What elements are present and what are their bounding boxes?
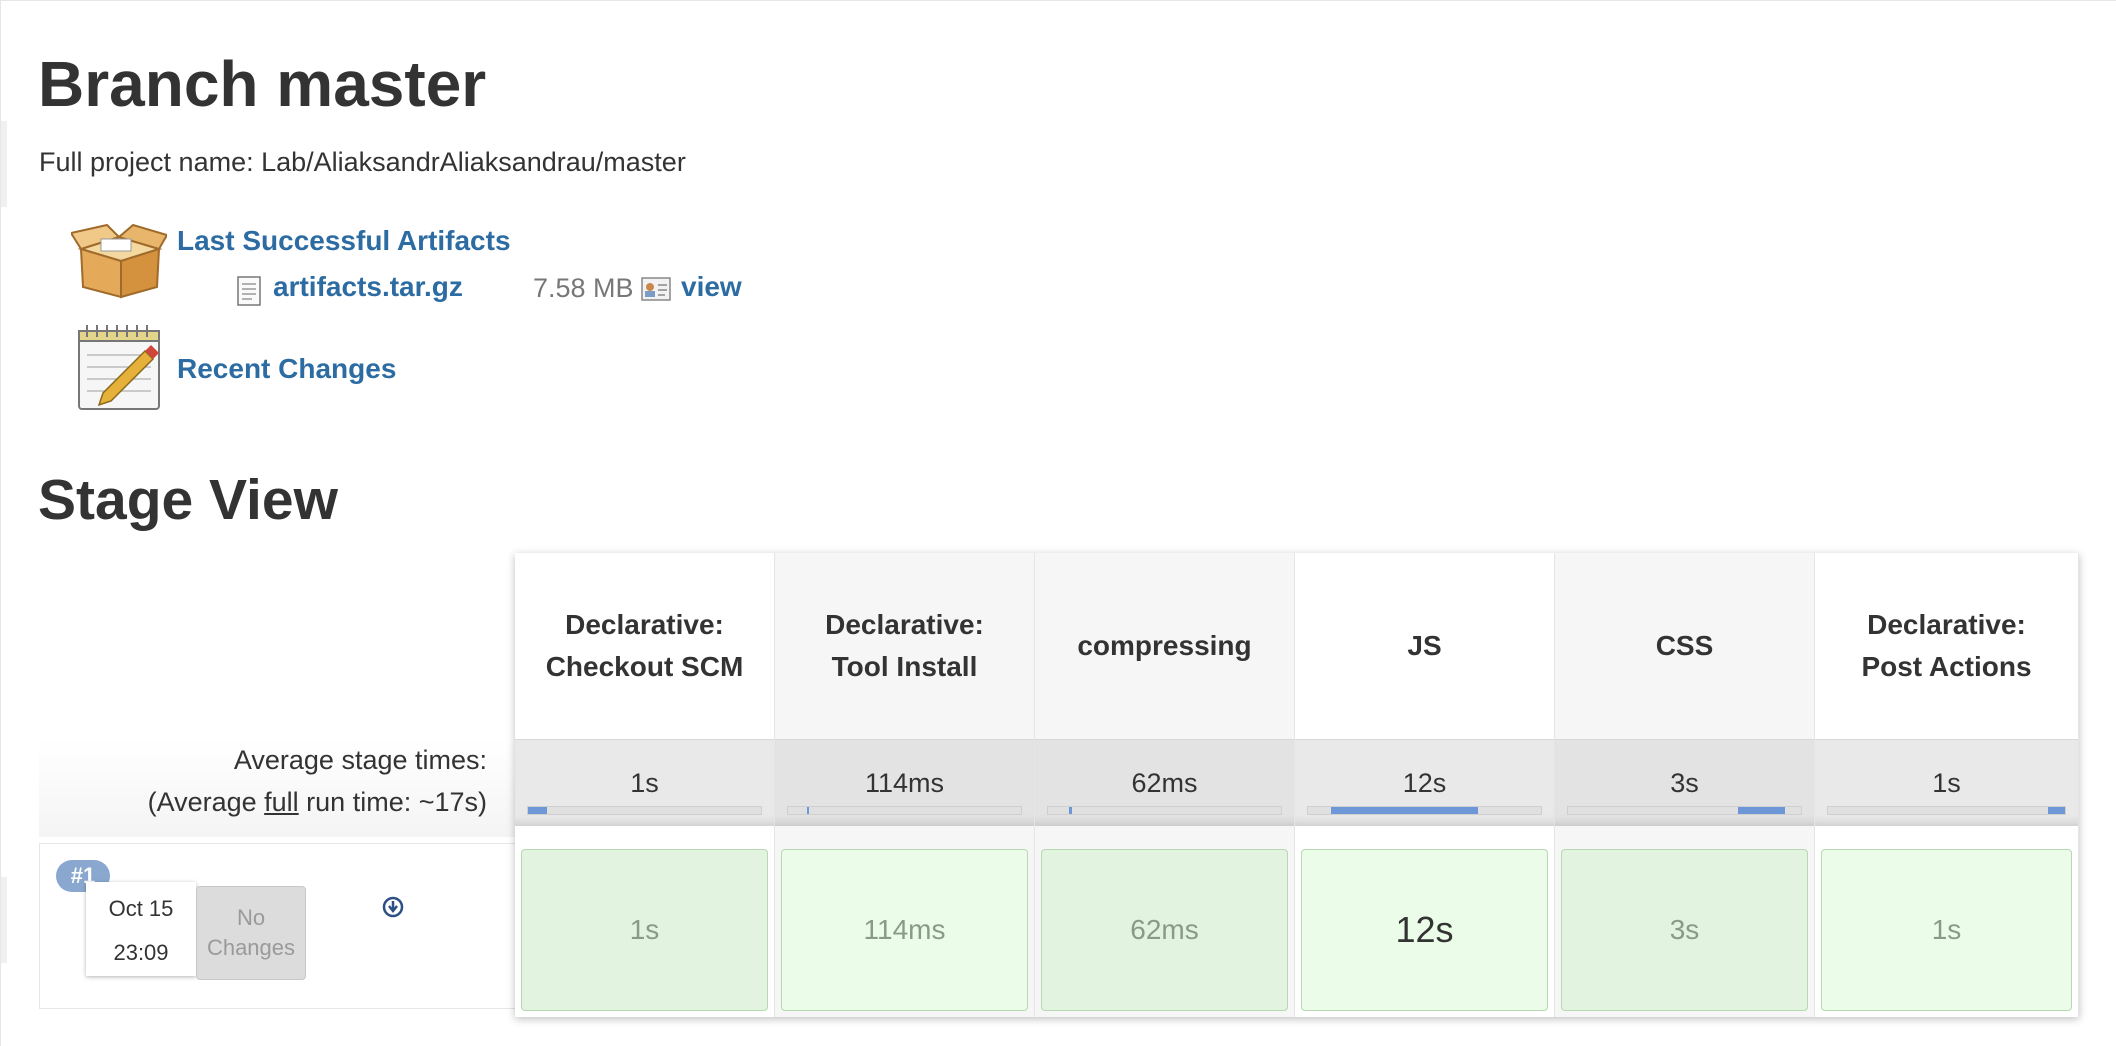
stage-run-cell[interactable]: 62ms [1041,849,1288,1011]
artifact-file-size: 7.58 MB [533,273,634,303]
stage-header: CSS [1655,630,1714,661]
stage-average: 12s [1295,739,1554,826]
stage-duration-bar [527,806,762,815]
stage-duration-bar [1567,806,1802,815]
avg-run-suffix: run time: ~17s) [298,787,487,817]
box-icon [71,223,167,299]
stage-header: Declarative: Tool Install [825,609,984,682]
build-run-row: #1 Oct 15 23:09 No Changes [39,843,515,1009]
build-date-time: 23:09 [113,940,169,965]
stage-run-cell[interactable]: 12s [1301,849,1548,1011]
artifact-view-link[interactable]: view [681,271,742,303]
stage-average-time: 12s [1402,768,1447,798]
avg-run-prefix: (Average [147,787,265,817]
stage-header: JS [1407,630,1442,661]
sidebar-edge [1,121,7,207]
full-project-name: Full project name: Lab/AliaksandrAliaksa… [39,147,686,177]
page-title: Branch master [38,48,487,120]
artifact-file-link[interactable]: artifacts.tar.gz [273,271,463,303]
build-date-day: Oct 15 [108,896,174,921]
stage-duration-bar [787,806,1022,815]
stage-duration-bar [1047,806,1282,815]
stage-duration-bar [1307,806,1542,815]
stage-header: Declarative: Checkout SCM [545,609,744,682]
stage-duration-bar-fill [1331,807,1479,814]
stage-duration-bar-fill [2048,807,2065,814]
no-changes-line1: No [236,905,266,930]
recent-changes-link[interactable]: Recent Changes [177,353,396,385]
stage-column: CSS 3s 3s [1555,553,1815,1017]
stage-average-time: 114ms [864,768,945,798]
build-date: Oct 15 23:09 [86,882,196,976]
fingerprint-icon [641,277,671,301]
avg-run-full-link[interactable]: full [264,787,299,817]
stage-run-cell[interactable]: 1s [521,849,768,1011]
notepad-icon [78,325,160,410]
stage-duration-bar-fill [806,807,810,814]
stage-average: 3s [1555,739,1814,826]
stage-duration-bar-fill [1068,807,1072,814]
stage-average-time: 62ms [1131,768,1198,798]
stage-duration-bar-fill [1738,807,1785,814]
stage-view-table: Declarative: Checkout SCM 1s 1s Declarative… [515,553,2079,1017]
download-icon[interactable] [382,896,404,918]
average-run-time-text: (Average full run time: ~17s) [39,781,487,823]
page: Branch master Full project name: Lab/Ali… [0,0,2116,1046]
stage-column: Declarative: Tool Install 114ms 114ms [775,553,1035,1017]
stage-average: 114ms [775,739,1034,826]
stage-average: 62ms [1035,739,1294,826]
stage-average: 1s [515,739,774,826]
stage-header: Declarative: Post Actions [1861,609,2032,682]
stage-average: 1s [1815,739,2078,826]
stage-column: Declarative: Post Actions 1s 1s [1815,553,2079,1017]
average-stage-times-label: Average stage times: (Average full run t… [39,739,515,837]
no-changes-box[interactable]: No Changes [196,886,306,980]
stage-column: compressing 62ms 62ms [1035,553,1295,1017]
stage-run-cell[interactable]: 1s [1821,849,2072,1011]
average-stage-times-text: Average stage times: [233,745,487,775]
last-successful-artifacts-link[interactable]: Last Successful Artifacts [177,225,511,257]
stage-header: compressing [1077,630,1252,661]
stage-average-time: 1s [1932,768,1961,798]
stage-column: JS 12s 12s [1295,553,1555,1017]
stage-average-time: 1s [630,768,659,798]
stage-run-cell[interactable]: 114ms [781,849,1028,1011]
file-icon [237,276,261,306]
no-changes-line2: Changes [206,935,296,960]
stage-duration-bar-fill [528,807,547,814]
stage-duration-bar [1827,806,2066,815]
stage-column: Declarative: Checkout SCM 1s 1s [515,553,775,1017]
stage-run-cell[interactable]: 3s [1561,849,1808,1011]
sidebar-edge [1,877,7,963]
stage-average-time: 3s [1670,768,1699,798]
stage-view-title: Stage View [38,468,338,532]
